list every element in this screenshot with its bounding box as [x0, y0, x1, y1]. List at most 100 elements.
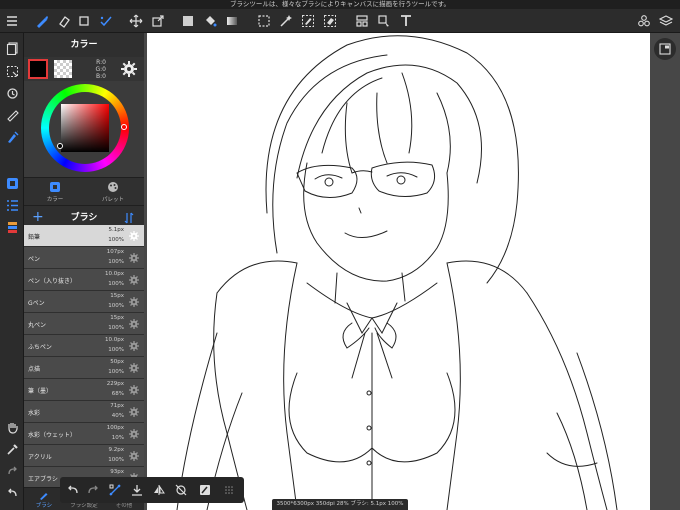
brush-item[interactable]: 水彩 71px 40% — [24, 401, 144, 423]
brush-item[interactable]: ペン（入り抜き） 10.0px 100% — [24, 269, 144, 291]
pages-icon[interactable] — [2, 38, 22, 58]
brush-size: 5.1px — [108, 227, 125, 233]
magic-wand-tool-icon[interactable] — [276, 11, 296, 31]
tab-color-label: カラー — [46, 197, 64, 203]
brush-settings-gear-icon[interactable] — [128, 252, 140, 264]
text-tool-icon[interactable] — [396, 11, 416, 31]
brush-item[interactable]: Gペン 15px 100% — [24, 291, 144, 313]
select-tool-icon[interactable] — [254, 11, 274, 31]
brush-settings-gear-icon[interactable] — [128, 428, 140, 440]
brush-item[interactable]: 丸ペン 15px 100% — [24, 313, 144, 335]
save-button[interactable] — [128, 481, 146, 499]
select-eraser-tool-icon[interactable] — [320, 11, 340, 31]
brush-tool-icon[interactable] — [32, 11, 52, 31]
transform-button[interactable] — [106, 481, 124, 499]
brush-name: 水彩（ウェット） — [28, 432, 77, 439]
brush-item[interactable]: 点描 50px 100% — [24, 357, 144, 379]
edit-button[interactable] — [196, 481, 214, 499]
frame-divider-tool-icon[interactable] — [352, 11, 372, 31]
layer-panel-toggle-icon[interactable] — [2, 217, 22, 237]
redo-button[interactable] — [84, 481, 102, 499]
hue-ring[interactable] — [41, 84, 129, 172]
hue-marker[interactable] — [121, 124, 127, 130]
brush-opacity: 100% — [108, 303, 124, 309]
brush-item[interactable]: アクリル 9.2px 100% — [24, 445, 144, 467]
brush-name: ペン（入り抜き） — [28, 278, 77, 285]
layers-icon[interactable] — [656, 11, 676, 31]
edit-icon — [200, 485, 210, 495]
gradient-tool-icon[interactable] — [222, 11, 242, 31]
redo-side-icon[interactable] — [2, 461, 22, 481]
brush-opacity: 68% — [111, 391, 124, 397]
flip-icon — [154, 485, 165, 495]
brush-settings-gear-icon[interactable] — [128, 406, 140, 418]
color-settings-gear-icon[interactable] — [120, 60, 138, 78]
undo-side-icon[interactable] — [2, 483, 22, 503]
tab-palette[interactable]: パレット — [88, 180, 138, 204]
brush-item[interactable]: ペン 107px 100% — [24, 247, 144, 269]
rgb-g: G:0 — [95, 66, 107, 73]
color-panel-toggle-icon[interactable] — [2, 173, 22, 193]
shape-tool-icon[interactable] — [74, 11, 94, 31]
sub-color-swatch[interactable] — [54, 60, 72, 78]
undo-button[interactable] — [64, 481, 82, 499]
brush-opacity: 10% — [111, 435, 124, 441]
brush-item[interactable]: 鉛筆 5.1px 100% — [24, 225, 144, 247]
tab-color[interactable]: カラー — [30, 180, 80, 204]
select-all-icon[interactable] — [2, 61, 22, 81]
operation-tool-icon[interactable] — [374, 11, 394, 31]
color-swatch-row: R:0 G:0 B:0 — [24, 57, 144, 81]
brush-name: 丸ペン — [28, 322, 47, 329]
snap-icon[interactable] — [2, 127, 22, 147]
materials-icon[interactable] — [634, 11, 654, 31]
color-wheel-area — [24, 81, 144, 177]
brush-item[interactable]: 筆（墨） 229px 68% — [24, 379, 144, 401]
transform-icon — [109, 484, 121, 496]
menu-icon[interactable] — [2, 11, 22, 31]
dot-pen-tool-icon[interactable] — [96, 11, 116, 31]
brush-size: 107px — [106, 249, 124, 255]
brush-settings-gear-icon[interactable] — [128, 230, 140, 242]
tab-palette-label: パレット — [101, 197, 124, 203]
more-options-button[interactable] — [220, 481, 238, 499]
fill-color-tool-icon[interactable] — [178, 11, 198, 31]
canvas-view-toggle-button[interactable] — [654, 38, 676, 60]
brush-item[interactable]: ふちペン 10.0px 100% — [24, 335, 144, 357]
saturation-value-square[interactable] — [61, 104, 109, 152]
brush-settings-gear-icon[interactable] — [128, 450, 140, 462]
sort-brush-icon[interactable] — [124, 212, 134, 224]
drawing-canvas[interactable] — [147, 33, 650, 510]
brush-settings-gear-icon[interactable] — [128, 362, 140, 374]
eyedropper-icon[interactable] — [2, 439, 22, 459]
brush-name: Gペン — [28, 300, 45, 307]
quick-toolbar — [60, 477, 244, 503]
hand-tool-icon[interactable] — [2, 417, 22, 437]
flip-button[interactable] — [150, 481, 168, 499]
rotate-canvas-icon[interactable] — [2, 83, 22, 103]
brush-name: 筆（墨） — [28, 388, 53, 395]
main-color-swatch[interactable] — [28, 59, 48, 79]
brush-settings-gear-icon[interactable] — [128, 296, 140, 308]
rotate-reset-button[interactable] — [172, 481, 190, 499]
brush-opacity: 100% — [108, 281, 124, 287]
sv-marker[interactable] — [57, 143, 63, 149]
rgb-r: R:0 — [96, 59, 106, 66]
brush-settings-gear-icon[interactable] — [128, 340, 140, 352]
brush-item[interactable]: 水彩（ウェット） 100px 10% — [24, 423, 144, 445]
move-tool-icon[interactable] — [126, 11, 146, 31]
brush-settings-gear-icon[interactable] — [128, 274, 140, 286]
transform-tool-icon[interactable] — [148, 11, 168, 31]
select-pen-tool-icon[interactable] — [298, 11, 318, 31]
rgb-b: B:0 — [96, 73, 106, 80]
brush-settings-gear-icon[interactable] — [128, 318, 140, 330]
brush-opacity: 100% — [108, 237, 124, 243]
brush-settings-gear-icon[interactable] — [128, 384, 140, 396]
bucket-tool-icon[interactable] — [200, 11, 220, 31]
brush-size: 10.0px — [105, 271, 124, 277]
eraser-tool-icon[interactable] — [54, 11, 74, 31]
brush-opacity: 100% — [108, 369, 124, 375]
brush-list-toggle-icon[interactable] — [2, 195, 22, 215]
ruler-icon[interactable] — [2, 105, 22, 125]
tab-brush[interactable]: ブラシ — [24, 490, 64, 509]
side-panel: カラー R:0 G:0 B:0 カラー パレット + ブラシ 鉛筆 5.1px … — [24, 33, 144, 510]
